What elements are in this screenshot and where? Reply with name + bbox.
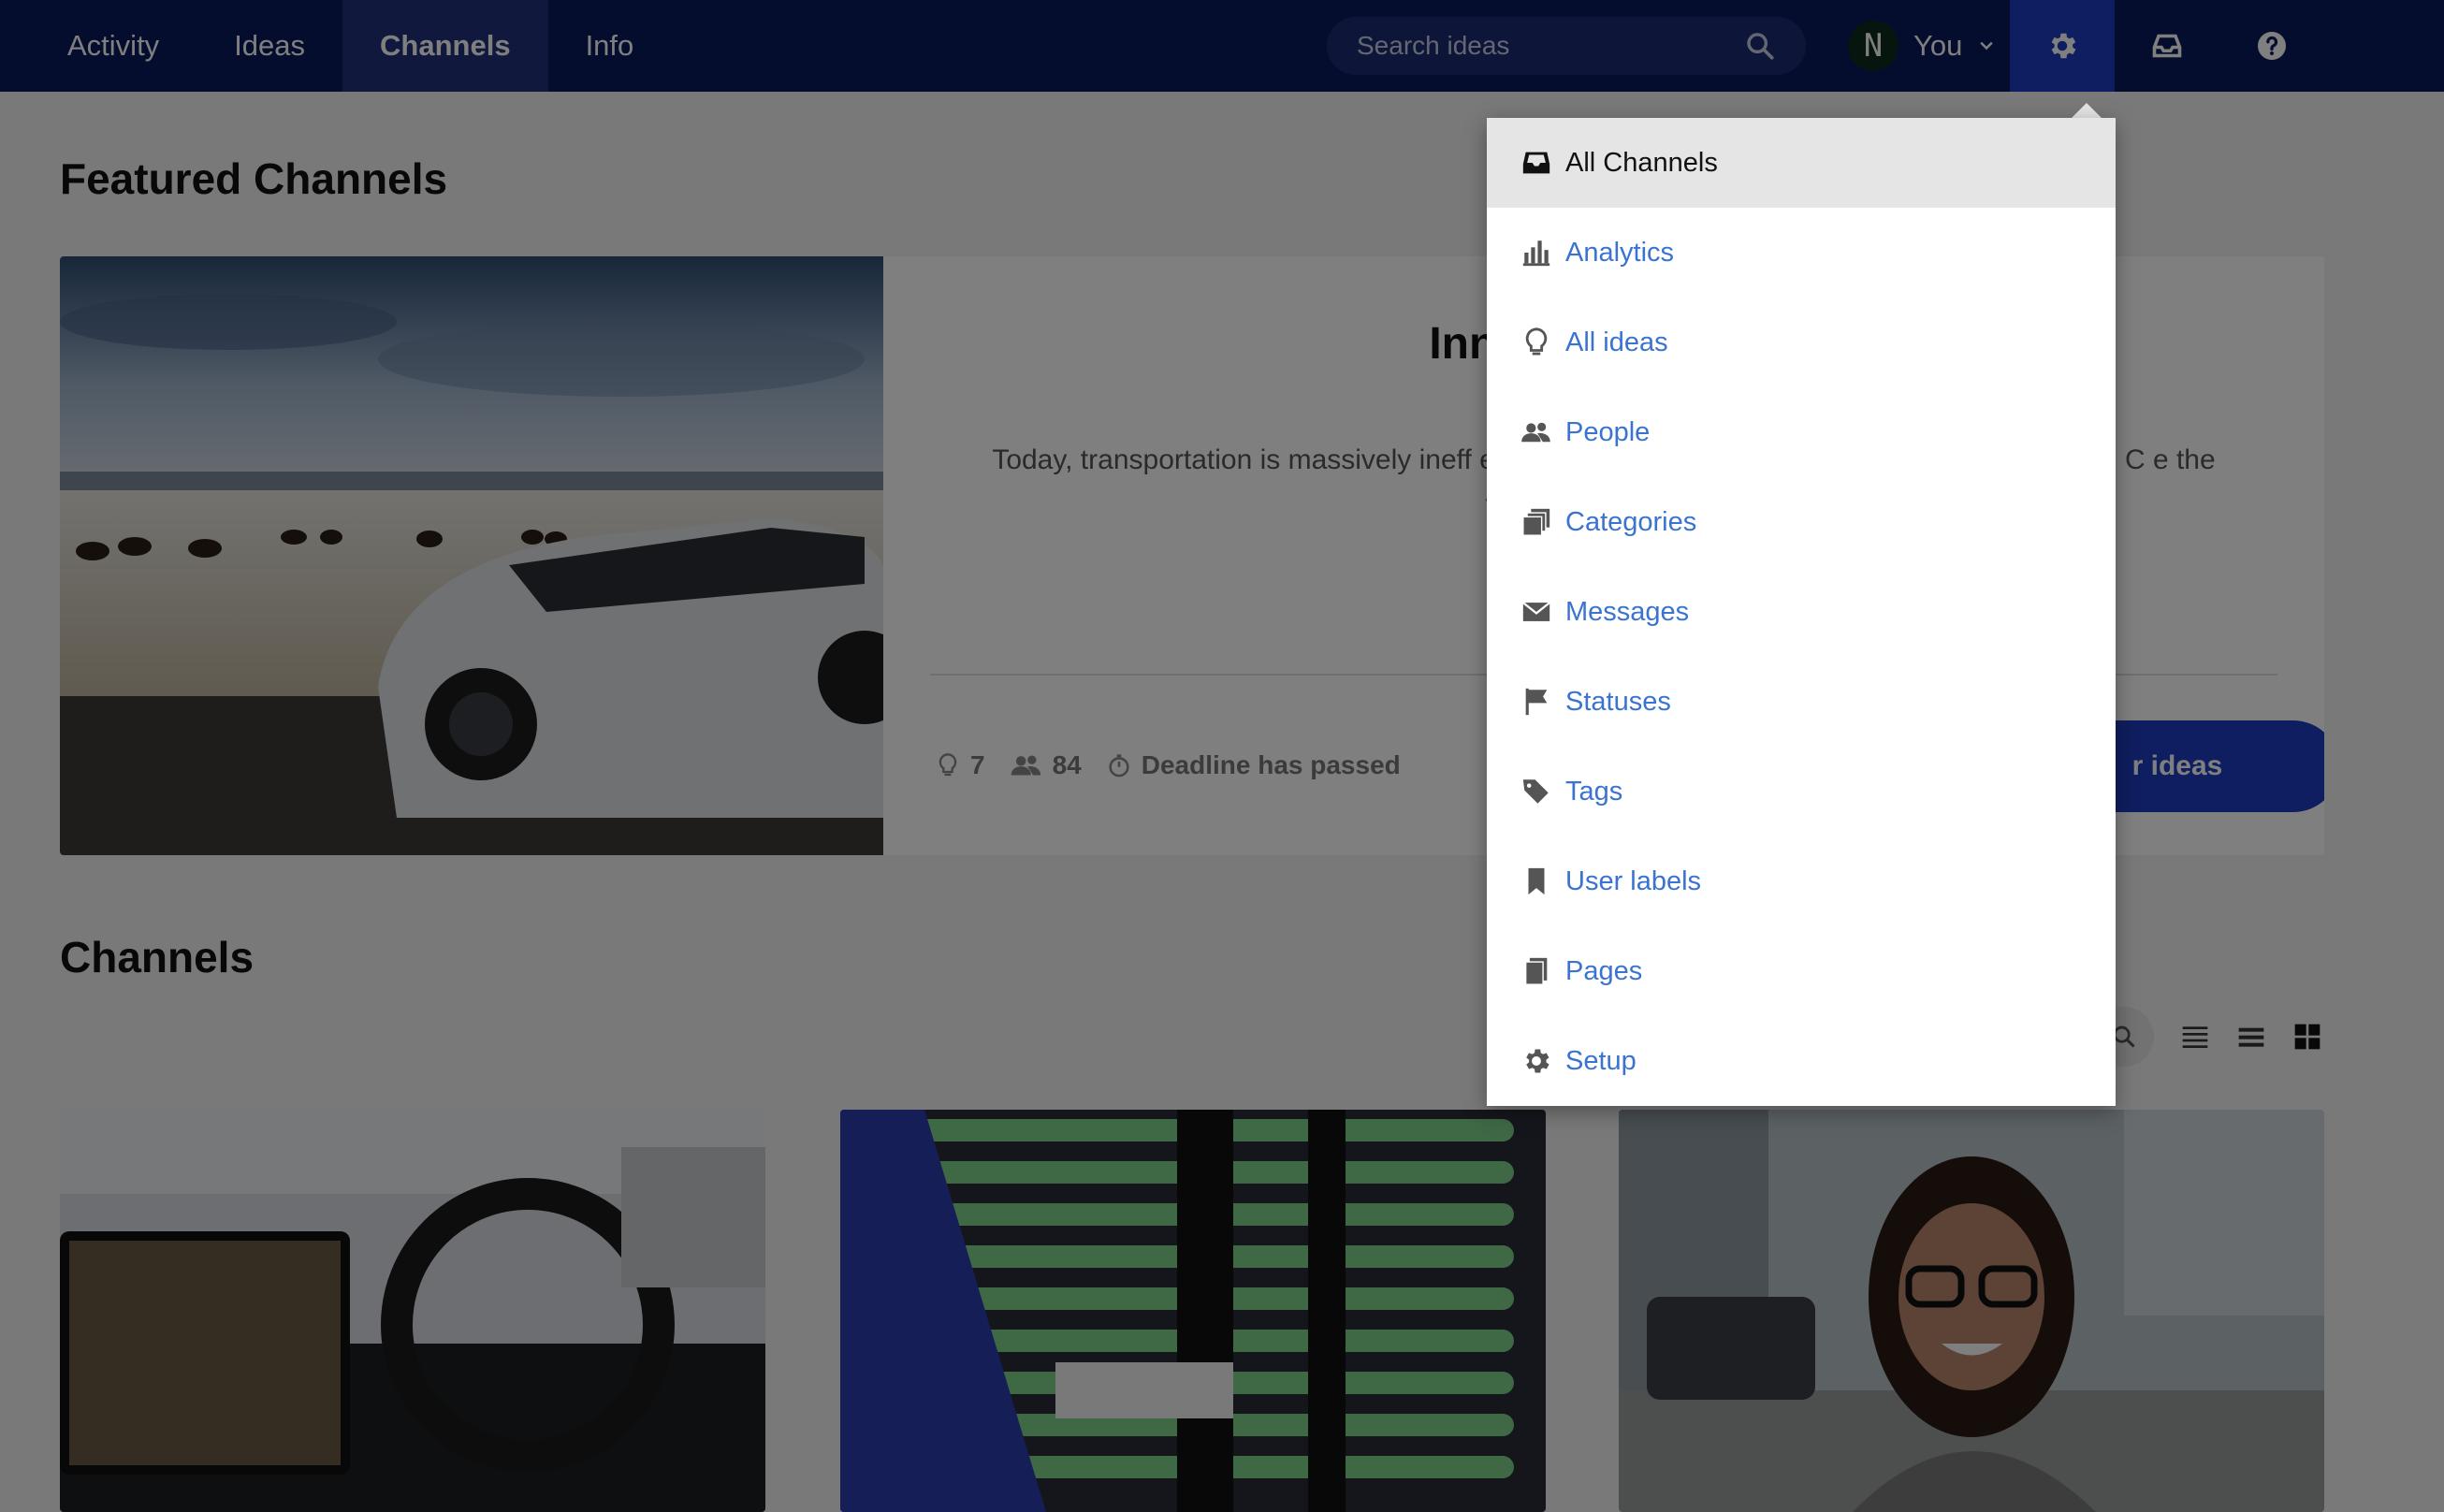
menu-item-all-ideas[interactable]: All ideas: [1487, 298, 2116, 387]
bar-chart-icon: [1522, 240, 1550, 267]
menu-item-people[interactable]: People: [1487, 387, 2116, 477]
menu-item-categories[interactable]: Categories: [1487, 477, 2116, 567]
menu-item-analytics[interactable]: Analytics: [1487, 208, 2116, 298]
menu-item-pages[interactable]: Pages: [1487, 926, 2116, 1016]
menu-item-label: Messages: [1565, 596, 1690, 627]
menu-item-label: Categories: [1565, 506, 1697, 537]
menu-item-tags[interactable]: Tags: [1487, 747, 2116, 836]
menu-item-label: Pages: [1565, 955, 1643, 986]
menu-item-label: People: [1565, 416, 1651, 447]
envelope-icon: [1522, 602, 1550, 621]
categories-icon: [1522, 508, 1550, 536]
menu-item-statuses[interactable]: Statuses: [1487, 657, 2116, 747]
flag-icon: [1525, 688, 1548, 716]
menu-item-label: Setup: [1565, 1045, 1637, 1076]
menu-item-label: User labels: [1565, 865, 1702, 896]
settings-dropdown: All Channels Analytics All ideas People …: [1487, 118, 2116, 1106]
menu-item-label: All ideas: [1565, 327, 1668, 357]
lightbulb-icon: [1525, 327, 1548, 356]
menu-item-label: All Channels: [1565, 147, 1718, 178]
dropdown-caret: [2072, 103, 2102, 118]
menu-item-label: Analytics: [1565, 237, 1675, 268]
menu-item-setup[interactable]: Setup: [1487, 1016, 2116, 1106]
bookmark-icon: [1528, 867, 1545, 895]
menu-item-label: Tags: [1565, 776, 1623, 807]
menu-item-user-labels[interactable]: User labels: [1487, 836, 2116, 926]
pages-icon: [1524, 957, 1548, 985]
inbox-icon: [1522, 152, 1550, 174]
menu-item-label: Statuses: [1565, 686, 1671, 717]
gear-icon: [1526, 1049, 1549, 1073]
tags-icon: [1522, 779, 1549, 804]
menu-item-all-channels[interactable]: All Channels: [1487, 118, 2116, 208]
menu-item-messages[interactable]: Messages: [1487, 567, 2116, 657]
people-icon: [1521, 422, 1550, 443]
